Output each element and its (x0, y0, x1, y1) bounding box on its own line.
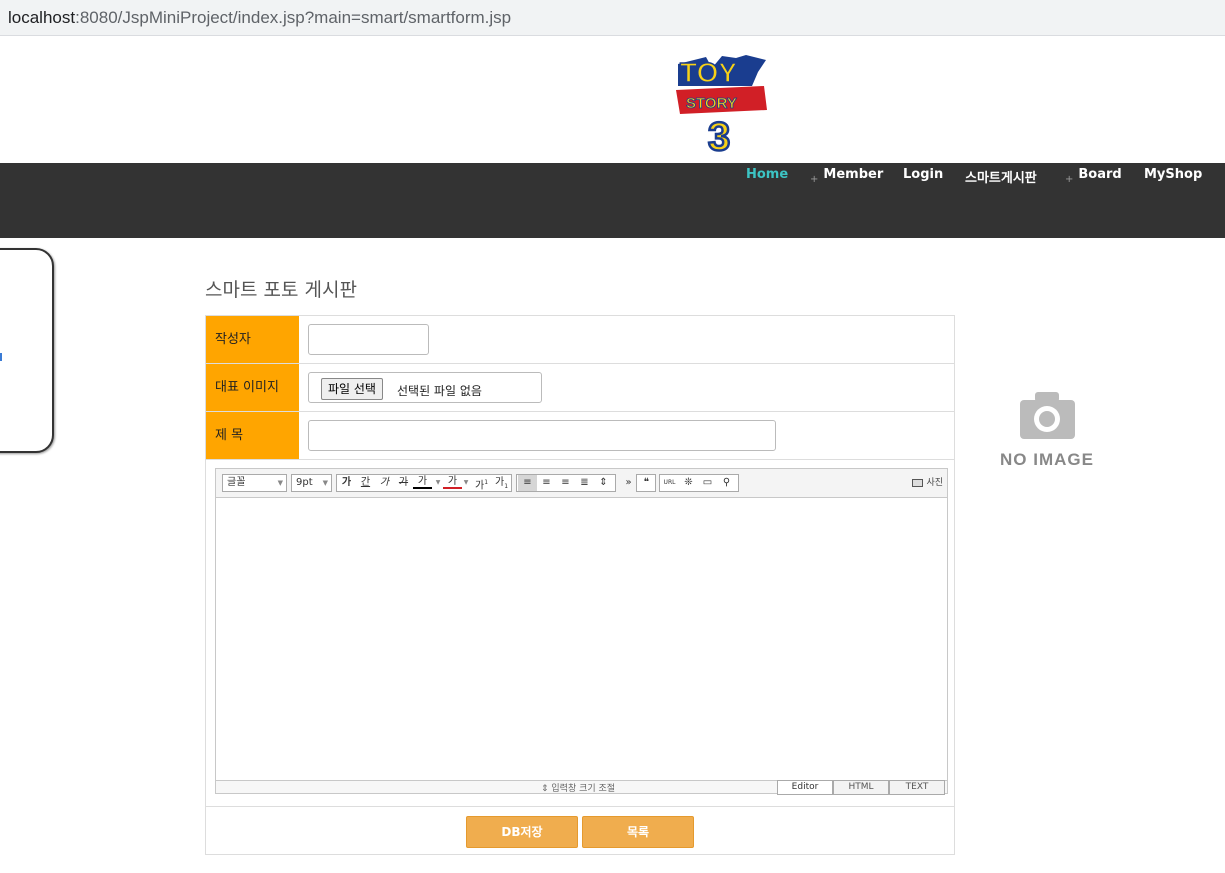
side-info-box (0, 248, 54, 453)
file-status-text: 선택된 파일 없음 (397, 384, 482, 398)
writer-input[interactable] (308, 324, 429, 355)
url-host: localhost (8, 8, 76, 27)
nav-home-label: Home (746, 167, 789, 182)
font-size-select[interactable]: 9pt ▼ (291, 474, 332, 492)
writer-label: 작성자 (206, 316, 299, 363)
quote-group: ❝ (636, 474, 656, 492)
file-select-button[interactable]: 파일 선택 (321, 378, 383, 400)
mode-tab-text[interactable]: TEXT (889, 780, 945, 795)
writer-row: 작성자 (206, 316, 954, 364)
url-text[interactable]: localhost:8080/JspMiniProject/index.jsp?… (8, 8, 511, 28)
font-size-value: 9pt (296, 477, 313, 488)
page-title: 스마트 포토 게시판 (205, 279, 357, 301)
chevron-down-icon[interactable]: ▼ (461, 475, 471, 491)
insert-group: URL ❊ ▭ ⚲ (659, 474, 739, 492)
plus-icon: + (810, 174, 819, 185)
highlight-color-button[interactable]: 가 (443, 475, 462, 489)
nav-smart-board-label: 스마트게시판 (965, 171, 1037, 186)
align-right-icon[interactable]: ≡ (556, 475, 575, 491)
subscript-glyph: 가 (494, 477, 505, 488)
camera-icon (1020, 392, 1075, 439)
toy-story-logo-graphic: TOY STORY 3 (676, 55, 767, 160)
subject-label: 제 목 (206, 412, 299, 459)
editor-content-area[interactable] (216, 498, 947, 780)
form-actions: DB저장 목록 (206, 806, 954, 854)
link-url-icon[interactable]: URL (660, 475, 679, 491)
subscript-button[interactable]: 가1 (492, 475, 511, 491)
smart-editor: 글꼴 ▼ 9pt ▼ 가 간 가 가 가 ▼ 가 ▼ 가1 가1 ≡ ≡ ≡ ≣ ⇕ (215, 468, 948, 795)
subject-row: 제 목 (206, 412, 954, 460)
table-icon[interactable]: ▭ (698, 475, 717, 491)
resize-handle[interactable]: ⇕ 입력창 크기 조절 (541, 781, 615, 794)
editor-toolbar: 글꼴 ▼ 9pt ▼ 가 간 가 가 가 ▼ 가 ▼ 가1 가1 ≡ ≡ ≡ ≣ ⇕ (216, 469, 947, 498)
url-path: :8080/JspMiniProject/index.jsp?main=smar… (75, 8, 512, 27)
text-format-group: 가 간 가 가 가 ▼ 가 ▼ 가1 가1 (336, 474, 512, 492)
nav-board-label: Board (1078, 167, 1122, 182)
list-button[interactable]: 목록 (582, 816, 694, 848)
superscript-glyph: 가 (474, 480, 485, 492)
chevron-down-icon: ▼ (277, 479, 283, 487)
chevron-down-icon[interactable]: ▼ (433, 475, 443, 491)
logo-line-1: TOY (680, 57, 737, 88)
image-row: 대표 이미지 파일 선택 선택된 파일 없음 (206, 364, 954, 412)
nav-member-label: Member (823, 167, 884, 182)
toy-story-logo[interactable]: TOY STORY 3 (672, 52, 770, 160)
bold-button[interactable]: 가 (337, 475, 356, 491)
browser-address-bar[interactable]: localhost:8080/JspMiniProject/index.jsp?… (0, 0, 1225, 36)
align-center-icon[interactable]: ≡ (537, 475, 556, 491)
nav-myshop-label: MyShop (1144, 167, 1203, 182)
align-justify-icon[interactable]: ≣ (575, 475, 594, 491)
side-box-marker (0, 353, 2, 361)
nav-login-label: Login (903, 167, 944, 182)
align-group: ≡ ≡ ≡ ≣ ⇕ (516, 474, 616, 492)
image-preview: NO IMAGE (995, 388, 1099, 472)
font-color-button[interactable]: 가 (413, 475, 432, 489)
photo-board-form: 작성자 대표 이미지 파일 선택 선택된 파일 없음 제 목 글꼴 ▼ 9pt ▼ … (205, 315, 955, 855)
logo-line-2: STORY (686, 95, 737, 112)
editor-statusbar: ⇕ 입력창 크기 조절 Editor HTML TEXT (216, 780, 947, 795)
no-image-text: NO IMAGE (1000, 450, 1094, 469)
nav-smart-board[interactable]: 스마트게시판 (965, 167, 1037, 186)
chevron-down-icon: ▼ (322, 479, 328, 487)
nav-login[interactable]: Login (903, 167, 943, 182)
photo-upload-label: 사진 (926, 478, 943, 488)
logo-line-3: 3 (708, 115, 730, 154)
align-left-icon[interactable]: ≡ (518, 475, 537, 491)
db-save-button[interactable]: DB저장 (466, 816, 578, 848)
image-label: 대표 이미지 (206, 364, 299, 411)
find-replace-icon[interactable]: ⚲ (717, 475, 736, 491)
resize-label: 입력창 크기 조절 (551, 784, 616, 794)
line-height-icon[interactable]: ⇕ (594, 475, 613, 491)
mode-tab-editor[interactable]: Editor (777, 780, 833, 795)
mode-tab-html[interactable]: HTML (833, 780, 889, 795)
nav-board[interactable]: + Board (1065, 167, 1122, 185)
nav-member[interactable]: + Member (810, 167, 884, 185)
file-input[interactable]: 파일 선택 선택된 파일 없음 (308, 372, 542, 403)
underline-button[interactable]: 간 (356, 475, 375, 491)
subject-input[interactable] (308, 420, 776, 451)
font-family-value: 글꼴 (227, 477, 246, 488)
special-char-icon[interactable]: ❊ (679, 475, 698, 491)
quote-icon[interactable]: ❝ (637, 475, 656, 491)
plus-icon: + (1065, 174, 1074, 185)
strikethrough-button[interactable]: 가 (394, 475, 413, 491)
nav-home[interactable]: Home (746, 167, 788, 182)
photo-upload-button[interactable]: 사진 (912, 475, 943, 488)
main-navbar: Home + Member Login 스마트게시판 + Board MyShop (0, 163, 1225, 238)
superscript-button[interactable]: 가1 (472, 475, 491, 491)
nav-myshop[interactable]: MyShop (1144, 167, 1202, 182)
photo-icon (912, 478, 924, 487)
italic-button[interactable]: 가 (375, 475, 394, 491)
font-family-select[interactable]: 글꼴 ▼ (222, 474, 287, 492)
